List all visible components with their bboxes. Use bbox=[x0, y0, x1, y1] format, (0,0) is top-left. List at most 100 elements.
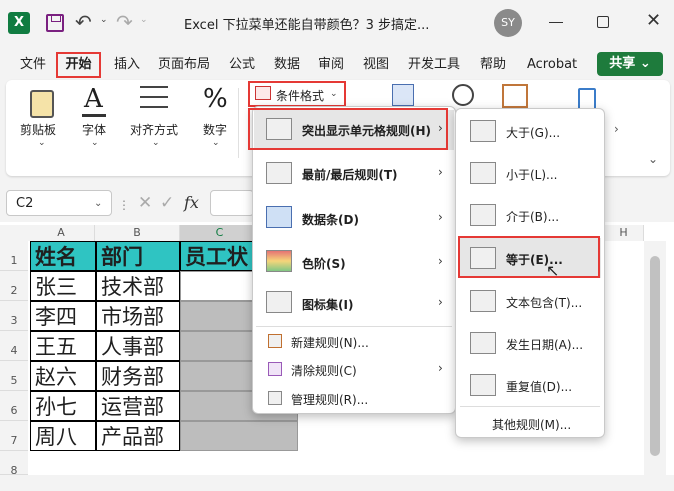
chevron-right-icon: › bbox=[438, 121, 443, 135]
menu-item-duplicate-values[interactable]: 重复值(D)... bbox=[506, 378, 572, 395]
cancel-icon[interactable]: ✕ bbox=[138, 193, 152, 213]
menu-item-clear-rules[interactable]: 清除规则(C) bbox=[291, 362, 357, 379]
tab-home[interactable]: 开始 bbox=[56, 52, 101, 78]
menu-item-more-rules[interactable]: 其他规则(M)... bbox=[492, 416, 571, 433]
excel-logo-icon: X bbox=[8, 12, 30, 34]
column-header-a[interactable]: A bbox=[28, 225, 95, 241]
table-cell[interactable]: 周八 bbox=[30, 421, 96, 451]
document-title: Excel 下拉菜单还能自带颜色？3 步搞定... bbox=[184, 18, 430, 33]
menu-item-text-contains[interactable]: 文本包含(T)... bbox=[506, 294, 582, 311]
row-header-7[interactable]: 7 bbox=[0, 421, 28, 451]
table-cell[interactable]: 产品部 bbox=[96, 421, 180, 451]
tab-formulas[interactable]: 公式 bbox=[229, 54, 255, 76]
undo-icon[interactable]: ↶ bbox=[75, 10, 92, 34]
conditional-formatting-icon bbox=[255, 86, 271, 100]
menu-item-manage-rules[interactable]: 管理规则(R)... bbox=[291, 391, 368, 408]
table-cell[interactable]: 王五 bbox=[30, 331, 96, 361]
share-button[interactable]: 共享 ⌄ bbox=[597, 52, 663, 76]
mouse-cursor-icon: ↖ bbox=[546, 261, 560, 280]
clear-rules-icon bbox=[268, 362, 282, 376]
row-header-6[interactable]: 6 bbox=[0, 391, 28, 421]
percent-icon[interactable]: % bbox=[203, 84, 228, 114]
tab-developer[interactable]: 开发工具 bbox=[408, 54, 460, 76]
menu-item-new-rule[interactable]: 新建规则(N)... bbox=[291, 334, 369, 351]
table-cell[interactable]: 市场部 bbox=[96, 301, 180, 331]
tab-insert[interactable]: 插入 bbox=[114, 54, 140, 76]
restore-icon[interactable] bbox=[597, 16, 609, 28]
header-cell-name[interactable]: 姓名 bbox=[30, 241, 96, 271]
name-box-value: C2 bbox=[16, 196, 34, 211]
ribbon-divider bbox=[238, 88, 239, 158]
chevron-down-icon[interactable]: ⌄ bbox=[91, 138, 99, 148]
font-icon[interactable]: A bbox=[84, 84, 103, 114]
menu-item-highlight-cells-rules[interactable]: 突出显示单元格规则(H) bbox=[302, 122, 431, 139]
tab-file[interactable]: 文件 bbox=[20, 54, 46, 76]
redo-dropdown-icon[interactable]: ⌄ bbox=[140, 15, 148, 25]
table-cell[interactable]: 李四 bbox=[30, 301, 96, 331]
column-header-h[interactable]: H bbox=[604, 225, 644, 241]
align-icon[interactable] bbox=[140, 86, 168, 108]
share-file-icon[interactable] bbox=[578, 88, 596, 110]
chevron-down-icon[interactable]: ⌄ bbox=[212, 138, 220, 148]
font-underline-bar bbox=[82, 114, 106, 117]
enter-check-icon[interactable]: ✓ bbox=[160, 193, 174, 213]
column-header-c[interactable]: C bbox=[180, 225, 260, 241]
menu-item-top-bottom-rules[interactable]: 最前/最后规则(T) bbox=[302, 166, 398, 183]
menu-item-between[interactable]: 介于(B)... bbox=[506, 208, 559, 225]
ribbon-scroll-right-icon[interactable]: › bbox=[614, 122, 619, 136]
table-cell[interactable]: 技术部 bbox=[96, 271, 180, 301]
tab-data[interactable]: 数据 bbox=[274, 54, 300, 76]
header-cell-status[interactable]: 员工状 bbox=[180, 241, 254, 271]
row-header-4[interactable]: 4 bbox=[0, 331, 28, 361]
tab-help[interactable]: 帮助 bbox=[480, 54, 506, 76]
tab-review[interactable]: 审阅 bbox=[318, 54, 344, 76]
active-cell-c2[interactable] bbox=[180, 271, 254, 301]
clipboard-icon[interactable] bbox=[30, 90, 54, 118]
menu-item-greater-than[interactable]: 大于(G)... bbox=[506, 124, 560, 141]
menu-item-less-than[interactable]: 小于(L)... bbox=[506, 166, 558, 183]
tab-acrobat[interactable]: Acrobat bbox=[527, 54, 577, 76]
close-icon[interactable]: ✕ bbox=[646, 10, 661, 31]
avatar[interactable]: SY bbox=[494, 9, 522, 37]
selected-cell[interactable] bbox=[180, 421, 298, 451]
formula-input[interactable] bbox=[210, 190, 254, 216]
table-cell[interactable]: 运营部 bbox=[96, 391, 180, 421]
column-header-b[interactable]: B bbox=[95, 225, 180, 241]
menu-item-date-occurring[interactable]: 发生日期(A)... bbox=[506, 336, 583, 353]
minimize-icon[interactable] bbox=[549, 22, 563, 23]
table-cell[interactable]: 财务部 bbox=[96, 361, 180, 391]
scrollbar-thumb[interactable] bbox=[650, 256, 660, 456]
row-header-2[interactable]: 2 bbox=[0, 271, 28, 301]
save-icon[interactable] bbox=[46, 14, 64, 32]
find-icon[interactable] bbox=[452, 84, 474, 106]
clipboard-group-label[interactable]: 剪贴板 bbox=[20, 121, 56, 138]
header-cell-dept[interactable]: 部门 bbox=[96, 241, 180, 271]
format-table-icon[interactable] bbox=[392, 84, 414, 106]
menu-item-data-bars[interactable]: 数据条(D) bbox=[302, 211, 359, 228]
collapse-ribbon-icon[interactable]: ⌄ bbox=[648, 152, 658, 166]
cell-styles-icon[interactable] bbox=[502, 84, 528, 108]
tab-view[interactable]: 视图 bbox=[363, 54, 389, 76]
row-header-8[interactable]: 8 bbox=[0, 451, 28, 477]
menu-item-color-scales[interactable]: 色阶(S) bbox=[302, 255, 346, 272]
tab-page-layout[interactable]: 页面布局 bbox=[158, 54, 210, 76]
table-cell[interactable]: 赵六 bbox=[30, 361, 96, 391]
menu-item-icon-sets[interactable]: 图标集(I) bbox=[302, 296, 353, 313]
table-cell[interactable]: 孙七 bbox=[30, 391, 96, 421]
select-all-corner[interactable] bbox=[0, 225, 28, 241]
table-cell[interactable]: 张三 bbox=[30, 271, 96, 301]
row-header-3[interactable]: 3 bbox=[0, 301, 28, 331]
alignment-group-label[interactable]: 对齐方式 bbox=[130, 121, 178, 138]
table-cell[interactable]: 人事部 bbox=[96, 331, 180, 361]
number-group-label[interactable]: 数字 bbox=[203, 121, 227, 138]
undo-dropdown-icon[interactable]: ⌄ bbox=[100, 15, 108, 25]
more-options-icon[interactable]: ⋮ bbox=[118, 198, 130, 212]
chevron-down-icon[interactable]: ⌄ bbox=[38, 138, 46, 148]
row-header-1[interactable]: 1 bbox=[0, 241, 28, 271]
chevron-down-icon[interactable]: ⌄ bbox=[152, 138, 160, 148]
row-header-5[interactable]: 5 bbox=[0, 361, 28, 391]
font-group-label[interactable]: 字体 bbox=[82, 121, 106, 138]
insert-function-icon[interactable]: fx bbox=[184, 193, 199, 212]
redo-icon[interactable]: ↷ bbox=[116, 10, 133, 34]
chevron-down-icon[interactable]: ⌄ bbox=[94, 198, 102, 209]
